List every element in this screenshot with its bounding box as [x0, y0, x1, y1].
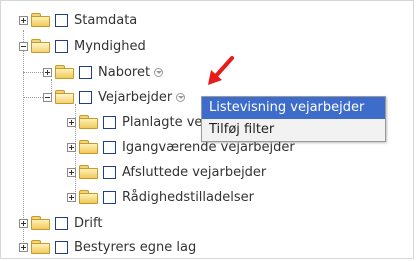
- tree-node-label[interactable]: Afsluttede vejarbejder: [122, 165, 266, 180]
- checkbox-icon[interactable]: [55, 13, 68, 27]
- expand-plus-icon[interactable]: [19, 218, 28, 228]
- open-folder-icon: [31, 39, 50, 53]
- menu-item-tilfoej-filter[interactable]: Tilføj filter: [202, 119, 385, 141]
- expand-plus-icon[interactable]: [67, 167, 76, 177]
- collapse-minus-icon[interactable]: [19, 41, 28, 51]
- tree-node-myndighed[interactable]: Myndighed: [19, 36, 146, 56]
- folder-icon: [31, 216, 50, 230]
- expand-plus-icon[interactable]: [67, 192, 76, 202]
- expand-plus-icon[interactable]: [67, 142, 76, 152]
- red-arrow-icon: [208, 56, 234, 85]
- tree-node-label[interactable]: Bestyrers egne lag: [74, 240, 196, 255]
- folder-icon: [79, 115, 98, 129]
- tree-node-label[interactable]: Myndighed: [74, 39, 146, 54]
- expand-plus-icon[interactable]: [19, 242, 28, 252]
- context-menu: Listevisning vejarbejder Tilføj filter: [201, 96, 386, 142]
- checkbox-icon[interactable]: [103, 165, 116, 179]
- tree-node-stamdata[interactable]: Stamdata: [19, 10, 137, 30]
- folder-icon: [79, 165, 98, 179]
- tree-node-label[interactable]: Vejarbejder: [98, 90, 172, 105]
- tree-node-label[interactable]: Drift: [74, 216, 102, 231]
- folder-icon: [31, 240, 50, 254]
- checkbox-icon[interactable]: [103, 115, 116, 129]
- info-dropdown-icon[interactable]: [154, 67, 164, 77]
- expand-plus-icon[interactable]: [67, 117, 76, 127]
- tree-node-label[interactable]: Rådighedstilladelser: [122, 190, 254, 205]
- checkbox-icon[interactable]: [55, 39, 68, 53]
- menu-item-listevisning[interactable]: Listevisning vejarbejder: [202, 97, 385, 119]
- checkbox-icon[interactable]: [55, 216, 68, 230]
- tree-node-raadighed[interactable]: Rådighedstilladelser: [67, 187, 254, 207]
- checkbox-icon[interactable]: [55, 240, 68, 254]
- open-folder-icon: [55, 90, 74, 104]
- checkbox-icon[interactable]: [103, 140, 116, 154]
- checkbox-icon[interactable]: [79, 65, 92, 79]
- tree-node-drift[interactable]: Drift: [19, 213, 102, 233]
- tree-node-label[interactable]: Naboret: [98, 65, 150, 80]
- tree-node-naboret[interactable]: Naboret: [43, 62, 164, 82]
- folder-icon: [31, 13, 50, 27]
- info-dropdown-icon[interactable]: [176, 92, 186, 102]
- folder-icon: [79, 140, 98, 154]
- expand-plus-icon[interactable]: [19, 15, 28, 25]
- folder-icon: [79, 190, 98, 204]
- checkbox-icon[interactable]: [79, 90, 92, 104]
- tree-guide-line: [23, 97, 43, 98]
- checkbox-icon[interactable]: [103, 190, 116, 204]
- expand-plus-icon[interactable]: [43, 67, 52, 77]
- tree-node-vejarbejder[interactable]: Vejarbejder: [43, 87, 186, 107]
- collapse-minus-icon[interactable]: [43, 92, 52, 102]
- tree-guide-line: [23, 72, 43, 73]
- tree-node-afsluttede[interactable]: Afsluttede vejarbejder: [67, 162, 266, 182]
- tree-node-bestyrers-egne-lag[interactable]: Bestyrers egne lag: [19, 237, 196, 257]
- tree-node-label[interactable]: Stamdata: [74, 13, 137, 28]
- folder-icon: [55, 65, 74, 79]
